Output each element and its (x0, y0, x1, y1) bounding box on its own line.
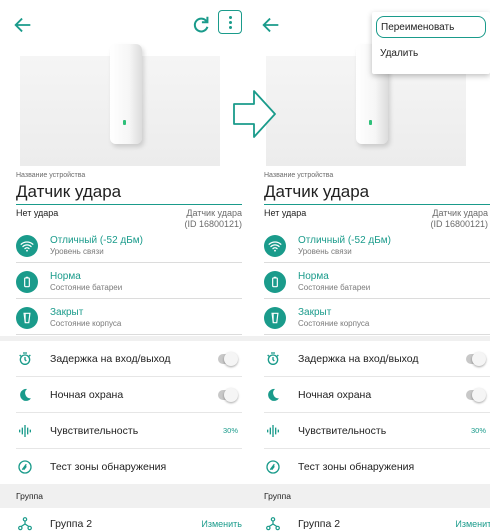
transition-arrow-icon (233, 90, 276, 138)
group-icon (264, 515, 282, 532)
case-caption: Состояние корпуса (50, 318, 122, 328)
group-name: Группа 2 (50, 518, 93, 530)
rename-menu-item[interactable]: Переименовать (376, 16, 486, 38)
group-header: Группа (0, 484, 248, 508)
device-status: Нет удара (264, 208, 307, 218)
device-status: Нет удара (16, 208, 59, 218)
night-guard-row[interactable]: Ночная охрана (264, 377, 490, 413)
detection-test-icon (16, 458, 34, 476)
wifi-icon (16, 234, 38, 257)
back-arrow-icon[interactable] (12, 14, 34, 36)
sensitivity-value: 30% (470, 426, 486, 435)
device-model: Датчик удара (ID 16800121) (430, 208, 488, 230)
entry-delay-row[interactable]: Задержка на вход/выход (264, 341, 490, 377)
device-model-name: Датчик удара (432, 208, 488, 218)
device-name-field[interactable]: Датчик удара (264, 182, 490, 205)
device-name-field[interactable]: Датчик удара (16, 182, 242, 205)
device-model-name: Датчик удара (186, 208, 242, 218)
night-guard-toggle[interactable] (466, 387, 486, 402)
sensitivity-label: Чувствительность (298, 424, 387, 437)
signal-caption: Уровень связи (50, 246, 104, 256)
signal-row: Отличный (-52 дБм) Уровень связи (264, 229, 490, 263)
entry-delay-toggle[interactable] (466, 351, 486, 366)
back-arrow-icon[interactable] (260, 14, 282, 36)
sensitivity-row[interactable]: Чувствительность 30% (264, 413, 490, 449)
group-header: Группа (248, 484, 490, 508)
detection-test-row[interactable]: Тест зоны обнаружения (264, 449, 490, 485)
device-image (20, 44, 220, 166)
group-row: Группа 2 Изменить (16, 510, 242, 532)
case-icon (16, 306, 38, 329)
moon-icon (264, 386, 282, 404)
battery-icon (264, 270, 286, 293)
entry-delay-label: Задержка на вход/выход (50, 352, 171, 365)
signal-value: Отличный (-52 дБм) (298, 234, 392, 246)
left-screen: Название устройства Датчик удара Нет уда… (0, 0, 248, 532)
device-model: Датчик удара (ID 16800121) (184, 208, 242, 230)
more-vert-icon (228, 15, 232, 30)
night-guard-label: Ночная охрана (50, 388, 124, 401)
battery-icon (16, 270, 38, 293)
signal-caption: Уровень связи (298, 246, 352, 256)
case-caption: Состояние корпуса (298, 318, 370, 328)
device-name-label: Название устройства (264, 172, 334, 179)
timer-icon (16, 350, 34, 368)
battery-caption: Состояние батареи (298, 282, 371, 292)
signal-value: Отличный (-52 дБм) (50, 234, 144, 246)
sensitivity-label: Чувствительность (50, 424, 139, 437)
group-icon (16, 515, 34, 532)
entry-delay-toggle[interactable] (218, 351, 238, 366)
battery-row: Норма Состояние батареи (16, 265, 242, 299)
sensitivity-icon (264, 422, 282, 440)
device-name-label: Название устройства (16, 172, 86, 179)
detection-test-icon (264, 458, 282, 476)
sensitivity-icon (16, 422, 34, 440)
sensitivity-row[interactable]: Чувствительность 30% (16, 413, 242, 449)
entry-delay-row[interactable]: Задержка на вход/выход (16, 341, 242, 377)
right-screen: Название устройства Датчик удара Нет уда… (248, 0, 490, 532)
battery-caption: Состояние батареи (50, 282, 123, 292)
change-group-button[interactable]: Изменить (455, 519, 490, 529)
moon-icon (16, 386, 34, 404)
signal-row: Отличный (-52 дБм) Уровень связи (16, 229, 242, 263)
case-icon (264, 306, 286, 329)
timer-icon (264, 350, 282, 368)
detection-test-row[interactable]: Тест зоны обнаружения (16, 449, 242, 485)
night-guard-toggle[interactable] (218, 387, 238, 402)
case-row: Закрыт Состояние корпуса (16, 301, 242, 335)
change-group-button[interactable]: Изменить (201, 519, 242, 529)
case-row: Закрыт Состояние корпуса (264, 301, 490, 335)
overflow-menu: Переименовать Удалить (372, 12, 490, 74)
battery-value: Норма (50, 270, 81, 282)
night-guard-label: Ночная охрана (298, 388, 372, 401)
detection-test-label: Тест зоны обнаружения (50, 461, 167, 473)
case-value: Закрыт (50, 306, 84, 318)
entry-delay-label: Задержка на вход/выход (298, 352, 419, 365)
refresh-icon[interactable] (190, 14, 212, 36)
battery-value: Норма (298, 270, 329, 282)
night-guard-row[interactable]: Ночная охрана (16, 377, 242, 413)
wifi-icon (264, 234, 286, 257)
more-menu-button[interactable] (218, 10, 242, 34)
battery-row: Норма Состояние батареи (264, 265, 490, 299)
group-name: Группа 2 (298, 518, 341, 530)
case-value: Закрыт (298, 306, 332, 318)
screen: Название устройства Датчик удара Нет уда… (0, 0, 490, 532)
sensitivity-value: 30% (222, 426, 238, 435)
detection-test-label: Тест зоны обнаружения (298, 461, 415, 473)
delete-menu-item[interactable]: Удалить (372, 40, 490, 66)
group-row: Группа 2 Изменить (264, 510, 490, 532)
